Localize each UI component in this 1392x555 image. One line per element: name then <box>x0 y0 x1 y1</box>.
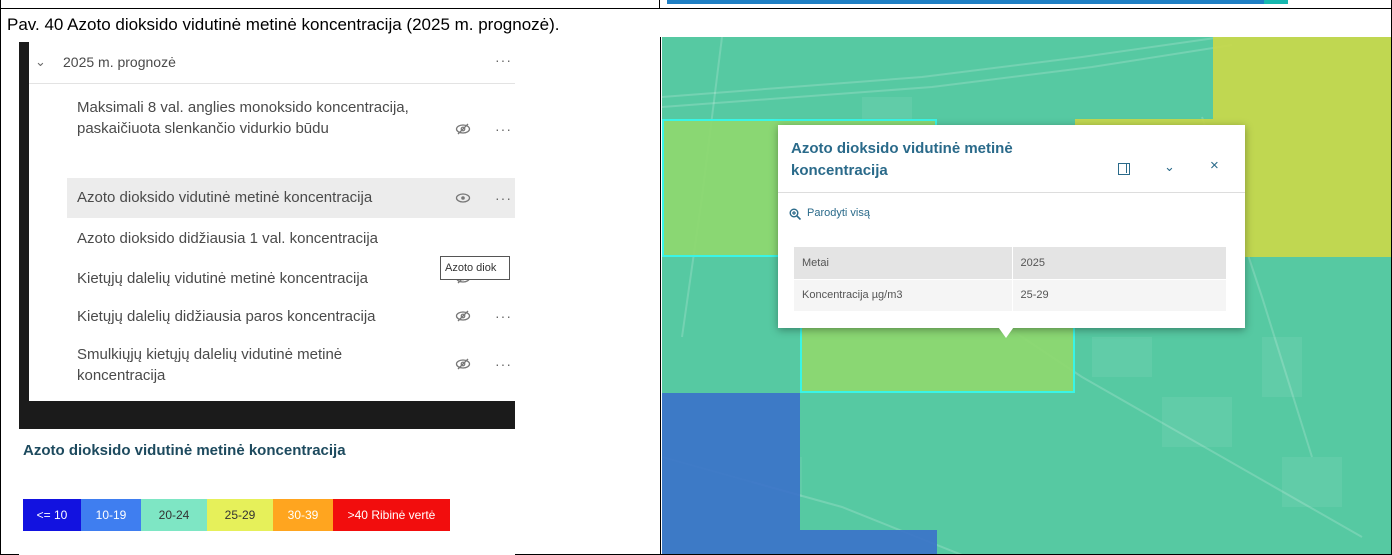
attribute-table: Metai 2025 Koncentracija µg/m3 25-29 <box>794 247 1226 312</box>
group-options-icon[interactable]: ··· <box>495 52 512 68</box>
chevron-down-icon[interactable]: ⌄ <box>1164 159 1175 175</box>
layer-item-no2-annual[interactable]: Azoto dioksido vidutinė metinė koncentra… <box>67 178 515 218</box>
layer-options-icon[interactable]: ··· <box>495 306 512 327</box>
value-cell: 2025 <box>1012 247 1226 280</box>
layer-options-icon[interactable]: ··· <box>495 188 512 209</box>
legend-item: 30-39 <box>273 499 333 531</box>
layer-group-2025[interactable]: ⌄ 2025 m. prognozė ··· <box>29 42 515 84</box>
legend-item: 20-24 <box>141 499 207 531</box>
layer-list: ⌄ 2025 m. prognozė ··· Maksimali 8 val. … <box>29 42 515 401</box>
group-label: 2025 m. prognozė <box>63 54 176 70</box>
eye-icon[interactable] <box>455 192 471 204</box>
eye-off-icon[interactable] <box>455 123 471 135</box>
eye-off-icon[interactable] <box>455 310 471 322</box>
layer-label: Smulkiųjų kietųjų dalelių vidutinė metin… <box>77 346 343 384</box>
panel-dark-edge <box>19 42 29 422</box>
field-cell: Koncentracija µg/m3 <box>794 279 1013 312</box>
previous-figure-strip <box>0 0 1392 8</box>
close-icon[interactable]: × <box>1210 157 1219 174</box>
dock-icon[interactable] <box>1118 163 1130 175</box>
zoom-to-link[interactable]: Parodyti visą <box>807 207 870 219</box>
layer-item-co[interactable]: Maksimali 8 val. anglies monoksido konce… <box>67 97 515 163</box>
left-cell: ⌄ 2025 m. prognozė ··· Maksimali 8 val. … <box>0 37 661 555</box>
layer-label: Azoto dioksido didžiausia 1 val. koncent… <box>77 230 379 247</box>
legend-item: 25-29 <box>207 499 273 531</box>
map-view[interactable]: Azoto dioksido vidutinė metinė koncentra… <box>662 37 1391 554</box>
legend-item: >40 Ribinė vertė <box>333 499 450 531</box>
field-cell: Metai <box>794 247 1013 280</box>
layer-options-icon[interactable]: ··· <box>495 119 512 140</box>
right-cell: Azoto dioksido vidutinė metinė koncentra… <box>660 37 1392 555</box>
caption-text: Pav. 40 Azoto dioksido vidutinė metinė k… <box>7 15 560 34</box>
layer-label: Maksimali 8 val. anglies monoksido konce… <box>77 99 409 137</box>
strip-blue-bar <box>667 0 1264 4</box>
layer-label: Azoto dioksido vidutinė metinė koncentra… <box>77 189 373 206</box>
table-row: Koncentracija µg/m3 25-29 <box>794 279 1226 312</box>
figure-caption: Pav. 40 Azoto dioksido vidutinė metinė k… <box>0 8 1392 38</box>
popup-pointer <box>996 324 1016 338</box>
legend-title: Azoto dioksido vidutinė metinė koncentra… <box>23 442 346 459</box>
legend-item: <= 10 <box>23 499 81 531</box>
layer-label: Kietųjų dalelių didžiausia paros koncent… <box>77 308 376 325</box>
layer-item-pm-daily[interactable]: Kietųjų dalelių didžiausia paros koncent… <box>67 306 515 336</box>
popup-title: Azoto dioksido vidutinė metinė koncentra… <box>791 140 1013 179</box>
popup-divider <box>778 192 1245 193</box>
strip-teal-bar <box>1264 0 1288 4</box>
value-cell: 25-29 <box>1012 279 1226 312</box>
layer-item-pm25-annual[interactable]: Smulkiųjų kietųjų dalelių vidutinė metin… <box>67 344 515 394</box>
strip-left <box>0 0 660 8</box>
panel-dark-band <box>19 401 515 429</box>
grid-cell-blue[interactable] <box>800 530 937 554</box>
zoom-in-icon[interactable] <box>789 208 801 220</box>
grid-cell-blue[interactable] <box>662 393 800 554</box>
layer-options-icon[interactable]: ··· <box>495 354 512 375</box>
layer-label: Kietųjų dalelių vidutinė metinė koncentr… <box>77 270 369 287</box>
layer-item-no2-hourly[interactable]: Azoto dioksido didžiausia 1 val. koncent… <box>67 228 515 258</box>
feature-popup: Azoto dioksido vidutinė metinė koncentra… <box>778 125 1245 338</box>
legend-item: 10-19 <box>81 499 141 531</box>
table-row: Metai 2025 <box>794 247 1226 280</box>
legend-bar: <= 10 10-19 20-24 25-29 30-39 >40 Ribinė vert… <box>23 499 450 531</box>
eye-off-icon[interactable] <box>455 358 471 370</box>
layer-list-panel: ⌄ 2025 m. prognozė ··· Maksimali 8 val. … <box>19 42 515 555</box>
chevron-down-icon[interactable]: ⌄ <box>35 54 46 70</box>
layer-tooltip: Azoto diok <box>440 256 510 280</box>
